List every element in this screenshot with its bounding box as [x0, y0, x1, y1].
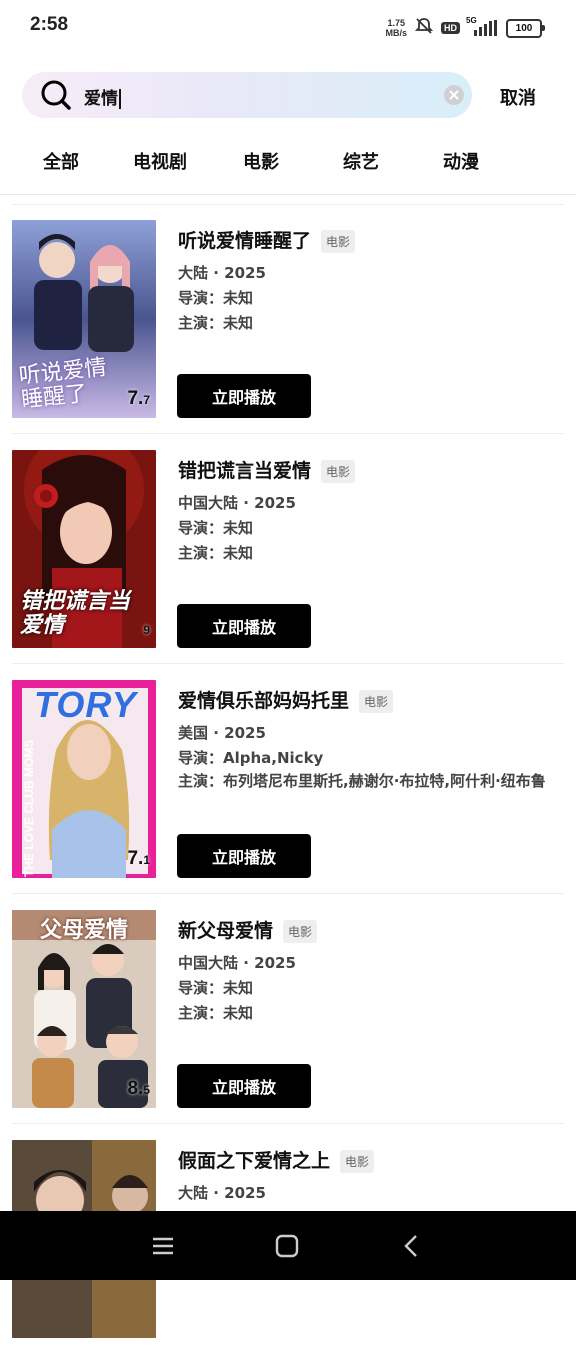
rating-int: 8.	[127, 1078, 144, 1099]
director: 导演：未知	[178, 519, 254, 537]
type-badge: 电影	[359, 690, 394, 713]
home-icon[interactable]	[274, 1233, 300, 1259]
item-title[interactable]: 爱情俱乐部妈妈托里 电影	[178, 686, 394, 713]
list-item[interactable]: 错把谎言当爱情 9 错把谎言当爱情 电影 中国大陆 · 2025 导演：未知 主演…	[0, 434, 576, 664]
category-tabs: 全部 电视剧 电影 综艺 动漫	[0, 140, 576, 180]
item-title[interactable]: 听说爱情睡醒了 电影	[178, 226, 356, 253]
status-time: 2:58	[30, 14, 69, 35]
list-item[interactable]: 父母爱情 8.5 新父母爱情 电影 中国大陆 · 2025 导演：未知 主演：未知…	[0, 894, 576, 1124]
type-badge: 电影	[321, 230, 356, 253]
poster-title-text: 父母爱情	[40, 918, 129, 943]
poster-image[interactable]: 父母爱情 8.5	[12, 910, 156, 1108]
menu-icon[interactable]	[150, 1233, 176, 1259]
status-bar: 2:58 1.75 MB/s HD 5G 100	[0, 0, 576, 56]
poster-subtitle-text: THE LOVE CLUB MOMS	[22, 739, 36, 877]
tab-tv-series[interactable]: 电视剧	[133, 148, 187, 174]
region-year: 美国 · 2025	[178, 724, 266, 742]
item-title[interactable]: 错把谎言当爱情 电影	[178, 456, 356, 483]
poster-title-text: 错把谎言当爱情	[20, 589, 131, 638]
rating-badge: 8.5	[127, 1078, 150, 1100]
poster-image[interactable]: 错把谎言当爱情 9	[12, 450, 156, 648]
tab-variety[interactable]: 综艺	[343, 148, 379, 174]
hd-badge: HD	[441, 22, 460, 34]
item-title-text: 假面之下爱情之上	[178, 1150, 331, 1172]
back-icon[interactable]	[398, 1233, 424, 1259]
header-divider	[0, 194, 576, 195]
director: 导演：未知	[178, 979, 254, 997]
rating-dec: 1	[143, 853, 150, 867]
battery-icon: 100	[506, 18, 545, 38]
play-now-button[interactable]: 立即播放	[177, 604, 311, 648]
cast: 主演：布列塔尼布里斯托,赫谢尔·布拉特,阿什利·纽布鲁	[178, 772, 546, 790]
list-item[interactable]: 听说爱情睡醒了 7.7 听说爱情睡醒了 电影 大陆 · 2025 导演：未知 主演…	[0, 204, 576, 434]
cast: 主演：未知	[178, 1004, 254, 1022]
signal-icon: 5G	[466, 16, 498, 36]
net-speed: 1.75 MB/s	[385, 18, 407, 38]
item-title-text: 听说爱情睡醒了	[178, 230, 312, 252]
poster-image[interactable]: TORY THE LOVE CLUB MOMS 7.1	[12, 680, 156, 878]
search-input[interactable]: 爱情	[84, 84, 121, 109]
rating-int: 7.	[127, 848, 144, 869]
tab-anime[interactable]: 动漫	[443, 148, 479, 174]
region-year: 大陆 · 2025	[178, 264, 266, 282]
item-title-text: 错把谎言当爱情	[178, 460, 312, 482]
item-title-text: 爱情俱乐部妈妈托里	[178, 690, 350, 712]
play-now-button[interactable]: 立即播放	[177, 374, 311, 418]
text-caret	[119, 89, 121, 109]
search-query-text: 爱情	[84, 89, 118, 109]
search-bar[interactable]: 爱情	[22, 72, 472, 118]
system-nav-bar	[0, 1211, 576, 1280]
search-icon	[40, 79, 72, 111]
clear-icon[interactable]	[444, 85, 464, 105]
director: 导演：Alpha,Nicky	[178, 749, 324, 767]
status-icons: 1.75 MB/s HD 5G 100	[385, 16, 545, 40]
type-badge: 电影	[283, 920, 318, 943]
cast: 主演：未知	[178, 544, 254, 562]
signal-label: 5G	[466, 16, 477, 25]
cancel-button[interactable]: 取消	[500, 84, 536, 110]
tab-all[interactable]: 全部	[43, 148, 79, 174]
rating-badge: 7.7	[127, 388, 150, 410]
region-year: 中国大陆 · 2025	[178, 954, 296, 972]
rating-dec: 7	[143, 393, 150, 407]
director: 导演：未知	[178, 289, 254, 307]
item-title[interactable]: 新父母爱情 电影	[178, 916, 318, 943]
rating-badge: 9	[143, 618, 150, 640]
rating-dec: 9	[143, 623, 150, 637]
play-now-button[interactable]: 立即播放	[177, 834, 311, 878]
type-badge: 电影	[321, 460, 356, 483]
region-year: 中国大陆 · 2025	[178, 494, 296, 512]
cast: 主演：未知	[178, 314, 254, 332]
rating-int: 7.	[127, 388, 144, 409]
net-speed-value: 1.75	[387, 18, 405, 28]
region-year: 大陆 · 2025	[178, 1184, 266, 1202]
poster-title-text: TORY	[34, 684, 137, 725]
play-now-button[interactable]: 立即播放	[177, 1064, 311, 1108]
rating-badge: 7.1	[127, 848, 150, 870]
rating-dec: 5	[143, 1083, 150, 1097]
list-item[interactable]: TORY THE LOVE CLUB MOMS 7.1 爱情俱乐部妈妈托里 电影 …	[0, 664, 576, 894]
net-speed-unit: MB/s	[385, 28, 407, 38]
poster-image[interactable]: 听说爱情睡醒了 7.7	[12, 220, 156, 418]
type-badge: 电影	[340, 1150, 375, 1173]
item-title-text: 新父母爱情	[178, 920, 274, 942]
item-title[interactable]: 假面之下爱情之上 电影	[178, 1146, 375, 1173]
tab-movies[interactable]: 电影	[243, 148, 279, 174]
mute-icon	[414, 17, 434, 39]
